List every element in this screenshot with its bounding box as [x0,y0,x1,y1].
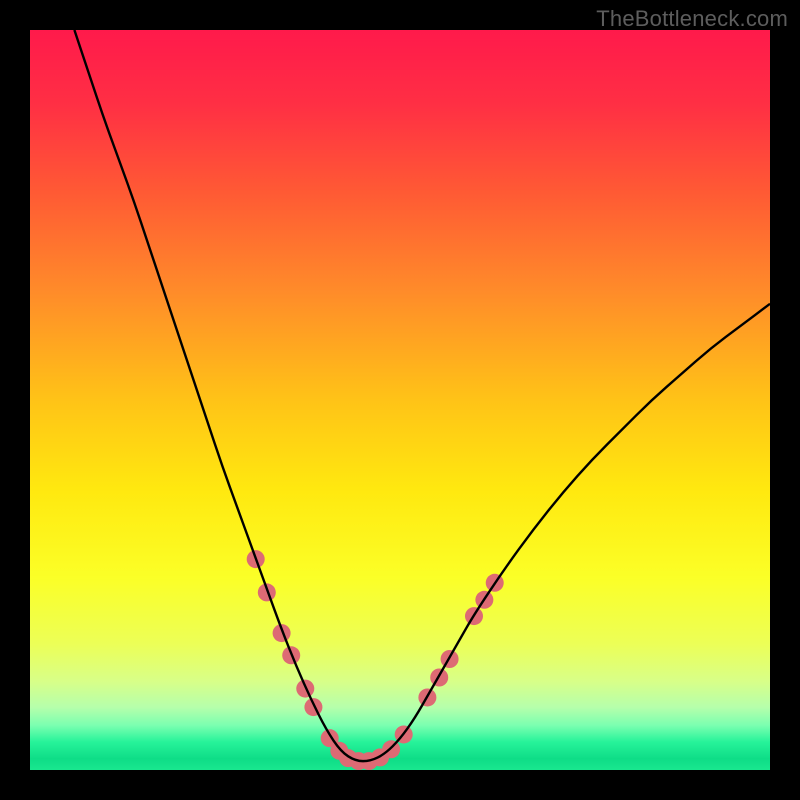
bottleneck-curve [74,30,770,761]
watermark-text: TheBottleneck.com [596,6,788,32]
marker-dots [247,550,504,770]
plot-area [30,30,770,770]
chart-frame: TheBottleneck.com [0,0,800,800]
marker-dot [304,698,322,716]
curve-layer [30,30,770,770]
